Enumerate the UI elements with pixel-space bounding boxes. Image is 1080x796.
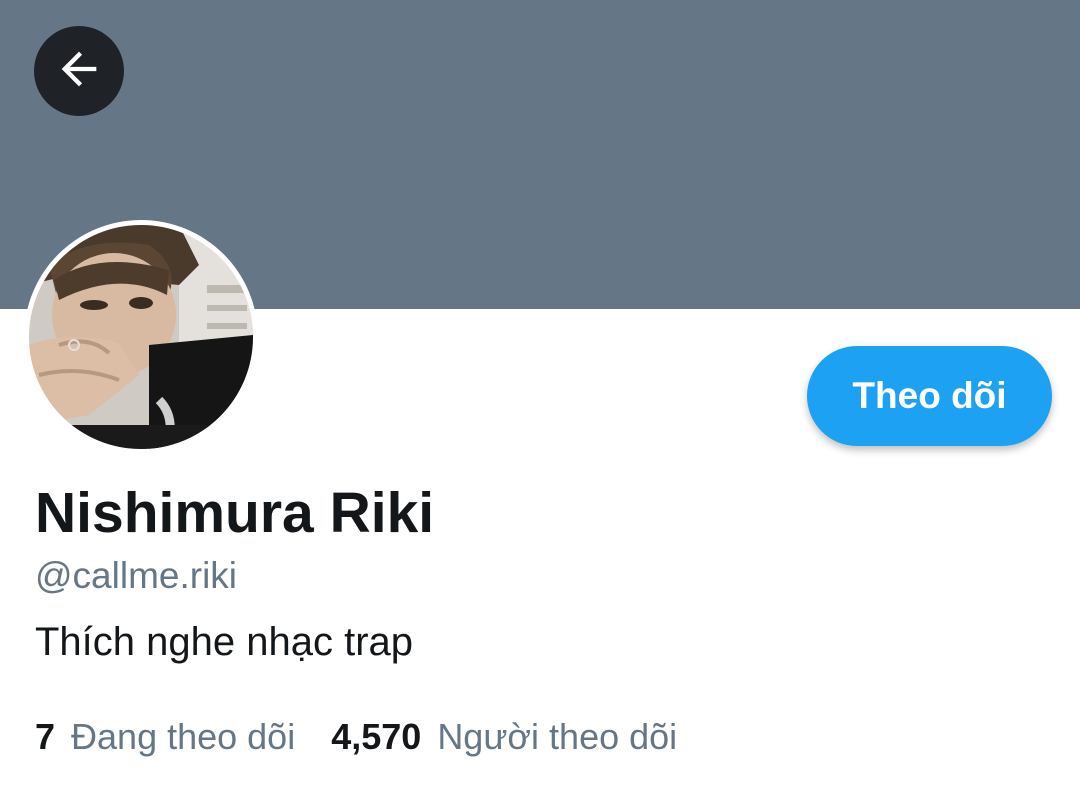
profile-page: Theo dõi Nishimura Riki @callme.riki Thí…	[0, 0, 1080, 796]
followers-label: Người theo dõi	[437, 716, 678, 757]
profile-stats: 7 Đang theo dõi 4,570 Người theo dõi	[35, 716, 677, 758]
following-count: 7	[35, 716, 56, 757]
display-name: Nishimura Riki	[35, 481, 435, 545]
back-button[interactable]	[34, 26, 124, 116]
following-label: Đang theo dõi	[71, 716, 296, 757]
user-handle: @callme.riki	[35, 555, 238, 596]
followers-stat[interactable]: 4,570 Người theo dõi	[331, 716, 677, 758]
following-stat[interactable]: 7 Đang theo dõi	[35, 716, 295, 758]
profile-bio: Thích nghe nhạc trap	[35, 620, 414, 664]
arrow-left-icon	[53, 43, 105, 100]
followers-count: 4,570	[331, 716, 422, 757]
profile-photo	[29, 225, 253, 449]
follow-button[interactable]: Theo dõi	[807, 346, 1052, 446]
avatar[interactable]	[24, 220, 258, 454]
